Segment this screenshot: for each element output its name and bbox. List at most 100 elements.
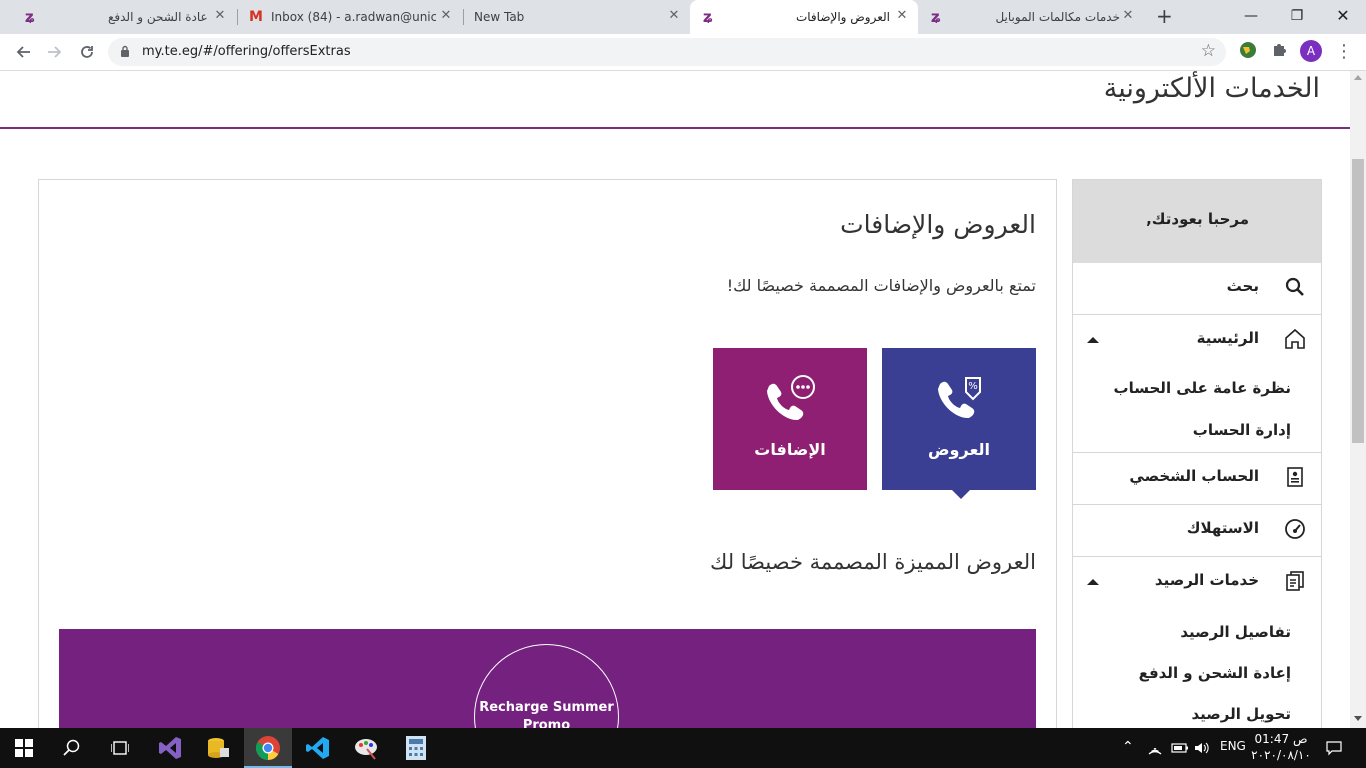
close-icon[interactable]: ✕ (666, 8, 682, 24)
visual-studio-icon (159, 737, 181, 759)
sidebar-item-usage[interactable]: الاستهلاك (1073, 505, 1321, 557)
tab-offers-extras[interactable]: ʑ العروض والإضافات ✕ (690, 0, 918, 34)
battery-icon[interactable] (1171, 742, 1189, 754)
back-button[interactable] (8, 37, 38, 67)
sidebar-subitem-balance-details[interactable]: تفاصيل الرصيد (1180, 623, 1291, 641)
address-bar[interactable]: my.te.eg/#/offering/offersExtras ☆ (108, 38, 1226, 66)
sidebar-item-label: الرئيسية (1196, 329, 1259, 347)
browser-tab-strip: ʑ إعادة الشحن و الدفع ✕ M Inbox (84) - a… (0, 0, 1366, 34)
taskbar: ⌃ ENG 01:47 ص ٢٠٢٠/٠٨/١٠ (0, 728, 1366, 768)
browser-toolbar: my.te.eg/#/offering/offersExtras ☆ A ⋮ (0, 34, 1366, 71)
vscode-app[interactable] (294, 728, 342, 768)
search-icon (63, 739, 80, 756)
tab-title: Inbox (84) - a.radwan@unicom (271, 10, 436, 24)
close-icon[interactable]: ✕ (438, 8, 454, 24)
sidebar-subitem-account-management[interactable]: إدارة الحساب (1193, 421, 1291, 439)
scrollbar-thumb[interactable] (1352, 159, 1364, 443)
volume-icon[interactable] (1194, 741, 1210, 755)
sidebar-item-profile[interactable]: الحساب الشخصي (1073, 453, 1321, 505)
show-hidden-icons-chevron-up-icon[interactable]: ⌃ (1122, 739, 1134, 755)
system-clock[interactable]: 01:47 ص ٢٠٢٠/٠٨/١٠ (1250, 731, 1312, 763)
sidebar-subitem-recharge-payment[interactable]: إعادة الشحن و الدفع (1139, 664, 1291, 682)
sidebar-subitem-balance-transfer[interactable]: تحويل الرصيد (1192, 705, 1291, 723)
sidebar-item-label: خدمات الرصيد (1154, 571, 1259, 589)
page-scrollbar[interactable] (1350, 71, 1366, 728)
paint-palette-icon (355, 739, 377, 760)
arrow-left-icon (16, 46, 30, 58)
clock-time: 01:47 ص (1254, 732, 1308, 746)
extras-tile[interactable]: الإضافات (713, 348, 867, 490)
promo-text: Recharge Summer Promo (479, 700, 614, 728)
vscode-icon (306, 737, 329, 759)
documents-icon (1286, 571, 1304, 591)
new-tab-button[interactable]: + (1150, 0, 1178, 34)
offers-content-panel: العروض والإضافات تمتع بالعروض والإضافات … (38, 179, 1057, 728)
sidebar-section-home: الرئيسية نظرة عامة على الحساب إدارة الحس… (1073, 315, 1321, 453)
reload-icon (81, 46, 93, 58)
home-icon (1285, 328, 1305, 349)
task-view-button[interactable] (96, 728, 144, 768)
caret-up-icon (1087, 337, 1099, 343)
tab-mobile-calls[interactable]: ʑ خدمات مكالمات الموبايل ✕ (920, 0, 1144, 34)
forward-button[interactable] (40, 37, 70, 67)
sidebar-item-home[interactable]: الرئيسية (1073, 315, 1321, 367)
close-icon[interactable]: ✕ (212, 8, 228, 24)
close-icon[interactable]: ✕ (1120, 8, 1136, 24)
taskbar-search-button[interactable] (48, 728, 96, 768)
profile-avatar[interactable]: A (1300, 40, 1324, 64)
sidebar-item-search[interactable]: بحث (1073, 263, 1321, 315)
te-logo-icon: ʑ (24, 8, 36, 26)
wifi-icon[interactable] (1147, 741, 1163, 755)
tab-title: خدمات مكالمات الموبايل (995, 10, 1120, 24)
scroll-down-icon[interactable] (1354, 716, 1362, 721)
tab-gmail-inbox[interactable]: M Inbox (84) - a.radwan@unicom ✕ (238, 0, 462, 34)
promo-banner[interactable]: Recharge Summer Promo (59, 629, 1036, 728)
browser-menu-icon[interactable]: ⋮ (1332, 40, 1356, 64)
caret-up-icon (1087, 579, 1099, 585)
te-logo-icon: ʑ (702, 8, 714, 26)
search-icon (1285, 277, 1304, 296)
minimize-button[interactable]: — (1228, 0, 1274, 32)
sidebar-subitem-account-overview[interactable]: نظرة عامة على الحساب (1114, 379, 1291, 397)
chrome-app[interactable] (244, 728, 292, 768)
start-button[interactable] (0, 728, 48, 768)
chrome-icon (255, 736, 280, 760)
sidebar-item-balance[interactable]: خدمات الرصيد (1073, 557, 1321, 609)
tab-recharge-payment[interactable]: ʑ إعادة الشحن و الدفع ✕ (8, 0, 236, 34)
sidebar-item-label: بحث (1226, 277, 1259, 295)
close-icon[interactable]: ✕ (894, 8, 910, 24)
arrow-right-icon (48, 46, 62, 58)
notifications-icon[interactable] (1326, 740, 1342, 756)
active-tile-pointer (952, 490, 970, 499)
gauge-icon (1285, 519, 1305, 539)
maximize-button[interactable]: ❐ (1274, 0, 1320, 32)
tab-title: إعادة الشحن و الدفع (108, 10, 208, 24)
calculator-app[interactable] (392, 728, 440, 768)
extension-globe-icon[interactable] (1236, 40, 1260, 64)
web-page: الخدمات الألكترونية مرحبا بعودتك, بحث ال… (0, 71, 1350, 728)
sidebar-item-label: الاستهلاك (1186, 519, 1259, 537)
paint-app[interactable] (342, 728, 390, 768)
phone-discount-icon: % (938, 377, 981, 419)
content-title: العروض والإضافات (840, 210, 1036, 239)
input-language[interactable]: ENG (1220, 739, 1246, 753)
tab-title: New Tab (474, 10, 525, 24)
database-tool-app[interactable] (194, 728, 242, 768)
offers-tile[interactable]: % العروض (882, 348, 1036, 499)
featured-offers-title: العروض المميزة المصممة خصيصًا لك (710, 550, 1036, 574)
clock-date: ٢٠٢٠/٠٨/١٠ (1251, 748, 1311, 762)
extras-tile-label: الإضافات (754, 440, 826, 459)
visual-studio-app[interactable] (146, 728, 194, 768)
window-close-button[interactable]: ✕ (1320, 0, 1366, 32)
lock-icon (121, 45, 129, 57)
bookmark-star-icon[interactable]: ☆ (1201, 41, 1216, 61)
scroll-up-icon[interactable] (1354, 75, 1362, 80)
sidebar: مرحبا بعودتك, بحث الرئيسية نظرة عامة على… (1072, 179, 1322, 728)
phone-chat-icon (767, 375, 815, 421)
database-icon (208, 738, 229, 758)
tab-new-tab[interactable]: New Tab ✕ (464, 0, 690, 34)
gmail-icon: M (249, 9, 263, 25)
reload-button[interactable] (72, 37, 102, 67)
welcome-message: مرحبا بعودتك, (1073, 180, 1321, 263)
extensions-puzzle-icon[interactable] (1268, 40, 1292, 64)
